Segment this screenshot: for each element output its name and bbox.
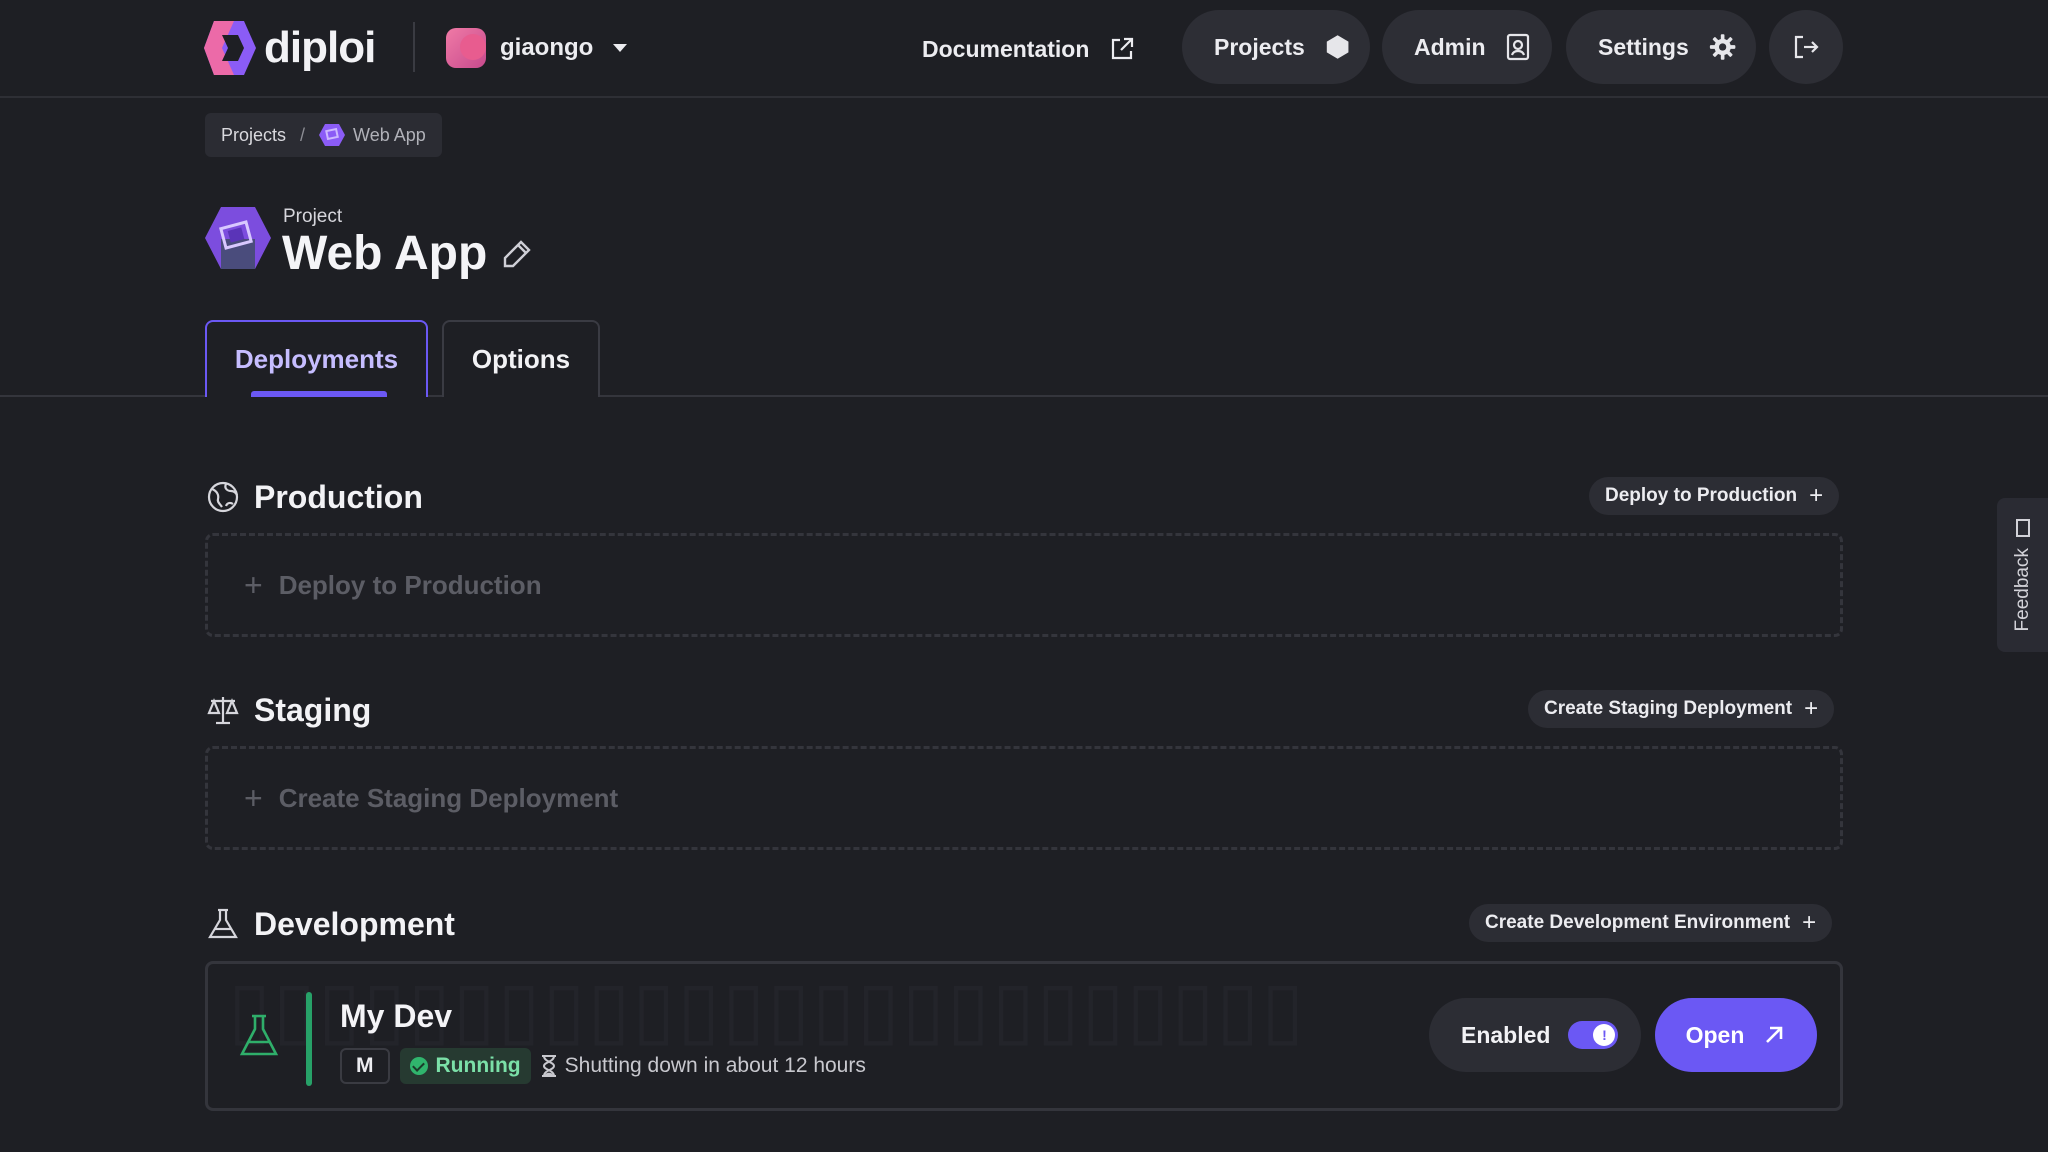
plus-icon: + bbox=[244, 566, 263, 603]
breadcrumb-current: Web App bbox=[319, 123, 426, 147]
development-section-header: Development bbox=[206, 901, 455, 947]
nav-admin-label: Admin bbox=[1414, 33, 1486, 60]
page-title: Web App bbox=[282, 226, 533, 281]
create-staging-deployment-button[interactable]: Create Staging Deployment + bbox=[1528, 690, 1835, 728]
logout-button[interactable] bbox=[1769, 10, 1843, 84]
pencil-edit-icon[interactable] bbox=[501, 238, 533, 270]
nav-documentation-label: Documentation bbox=[922, 35, 1090, 62]
staging-title: Staging bbox=[254, 691, 372, 728]
shutdown-label: Shutting down in about 12 hours bbox=[564, 1054, 866, 1077]
id-badge-icon bbox=[1506, 33, 1529, 61]
plus-icon: + bbox=[1804, 695, 1819, 722]
nav-divider bbox=[413, 22, 415, 72]
flask-icon bbox=[208, 908, 238, 939]
nav-settings-button[interactable]: Settings bbox=[1566, 10, 1756, 84]
environment-meta: M Running Shutting down in about 12 hour… bbox=[340, 1048, 866, 1084]
gear-icon bbox=[1709, 34, 1736, 60]
tab-options[interactable]: Options bbox=[442, 320, 600, 397]
tab-options-label: Options bbox=[471, 344, 571, 374]
production-placeholder-label: Deploy to Production bbox=[278, 569, 542, 600]
status-label: Running bbox=[435, 1054, 521, 1077]
production-section-header: Production bbox=[206, 474, 423, 520]
team-name: giaongo bbox=[500, 34, 594, 61]
feedback-label: Feedback bbox=[2011, 548, 2033, 632]
external-link-icon bbox=[1112, 37, 1134, 60]
open-environment-button[interactable]: Open bbox=[1655, 998, 1817, 1072]
enabled-label: Enabled bbox=[1461, 1021, 1551, 1048]
enabled-toggle[interactable]: ! bbox=[1568, 1021, 1619, 1049]
status-badge: Running bbox=[399, 1048, 531, 1084]
scale-balance-icon bbox=[207, 697, 239, 725]
arrow-up-right-icon bbox=[1766, 1026, 1783, 1043]
feedback-tab[interactable]: Feedback bbox=[1997, 498, 2048, 652]
development-title: Development bbox=[254, 905, 455, 942]
open-label: Open bbox=[1685, 1021, 1745, 1048]
plus-icon: + bbox=[244, 779, 263, 816]
staging-placeholder-label: Create Staging Deployment bbox=[278, 782, 619, 813]
chevron-down-icon bbox=[613, 44, 628, 52]
deploy-to-production-label: Deploy to Production bbox=[1605, 485, 1798, 506]
hourglass-icon bbox=[541, 1055, 556, 1077]
plus-icon: + bbox=[1802, 909, 1817, 936]
create-development-environment-button[interactable]: Create Development Environment + bbox=[1469, 904, 1833, 942]
nav-documentation-link[interactable]: Documentation bbox=[922, 24, 1135, 74]
tab-deployments-label: Deployments bbox=[234, 344, 399, 374]
nav-projects-button[interactable]: Projects bbox=[1182, 10, 1370, 84]
project-icon bbox=[319, 124, 346, 146]
production-empty-placeholder[interactable]: + Deploy to Production bbox=[205, 533, 1843, 637]
hexagon-icon bbox=[1326, 35, 1349, 59]
breadcrumb-separator: / bbox=[300, 124, 306, 145]
development-environment-card[interactable]: ▯▯▯▯▯▯▯▯▯▯▯▯▯▯▯▯▯▯▯▯▯▯▯▯ My Dev M Runnin… bbox=[205, 961, 1843, 1111]
breadcrumb-current-label: Web App bbox=[353, 124, 426, 145]
team-avatar bbox=[446, 28, 486, 68]
deploy-to-production-button[interactable]: Deploy to Production + bbox=[1589, 477, 1840, 515]
nav-settings-label: Settings bbox=[1598, 33, 1689, 60]
flask-icon bbox=[239, 1014, 279, 1056]
team-switcher[interactable]: giaongo bbox=[446, 24, 628, 72]
top-navigation-bar: diploi giaongo Documentation Projects Ad… bbox=[0, 0, 2048, 98]
production-title: Production bbox=[254, 478, 423, 515]
plus-icon: + bbox=[1809, 482, 1824, 509]
shutdown-timer: Shutting down in about 12 hours bbox=[541, 1054, 866, 1078]
check-circle-icon bbox=[409, 1057, 428, 1075]
nav-admin-button[interactable]: Admin bbox=[1382, 10, 1552, 84]
project-avatar-icon bbox=[205, 207, 271, 269]
breadcrumb: Projects / Web App bbox=[205, 113, 442, 157]
user-initial-badge: M bbox=[340, 1048, 390, 1084]
globe-icon bbox=[207, 481, 239, 513]
project-name: Web App bbox=[282, 227, 488, 280]
environment-name[interactable]: My Dev bbox=[340, 998, 452, 1035]
enabled-toggle-pill[interactable]: Enabled ! bbox=[1429, 998, 1641, 1072]
project-label: Project bbox=[283, 206, 343, 227]
brand-name: diploi bbox=[264, 23, 376, 72]
bookmark-icon bbox=[2015, 519, 2030, 538]
nav-projects-label: Projects bbox=[1214, 33, 1305, 60]
logout-icon bbox=[1794, 35, 1819, 59]
environment-status-bar bbox=[306, 992, 312, 1086]
create-staging-deployment-label: Create Staging Deployment bbox=[1544, 698, 1793, 719]
diploi-logo[interactable]: diploi bbox=[204, 20, 376, 76]
toggle-knob-icon: ! bbox=[1593, 1024, 1616, 1046]
staging-section-header: Staging bbox=[206, 687, 371, 733]
diploi-logo-icon bbox=[204, 21, 256, 75]
active-tab-indicator bbox=[251, 391, 387, 397]
tab-deployments[interactable]: Deployments bbox=[205, 320, 428, 397]
breadcrumb-projects-link[interactable]: Projects bbox=[221, 125, 286, 146]
staging-empty-placeholder[interactable]: + Create Staging Deployment bbox=[205, 746, 1843, 850]
create-development-environment-label: Create Development Environment bbox=[1485, 912, 1791, 933]
